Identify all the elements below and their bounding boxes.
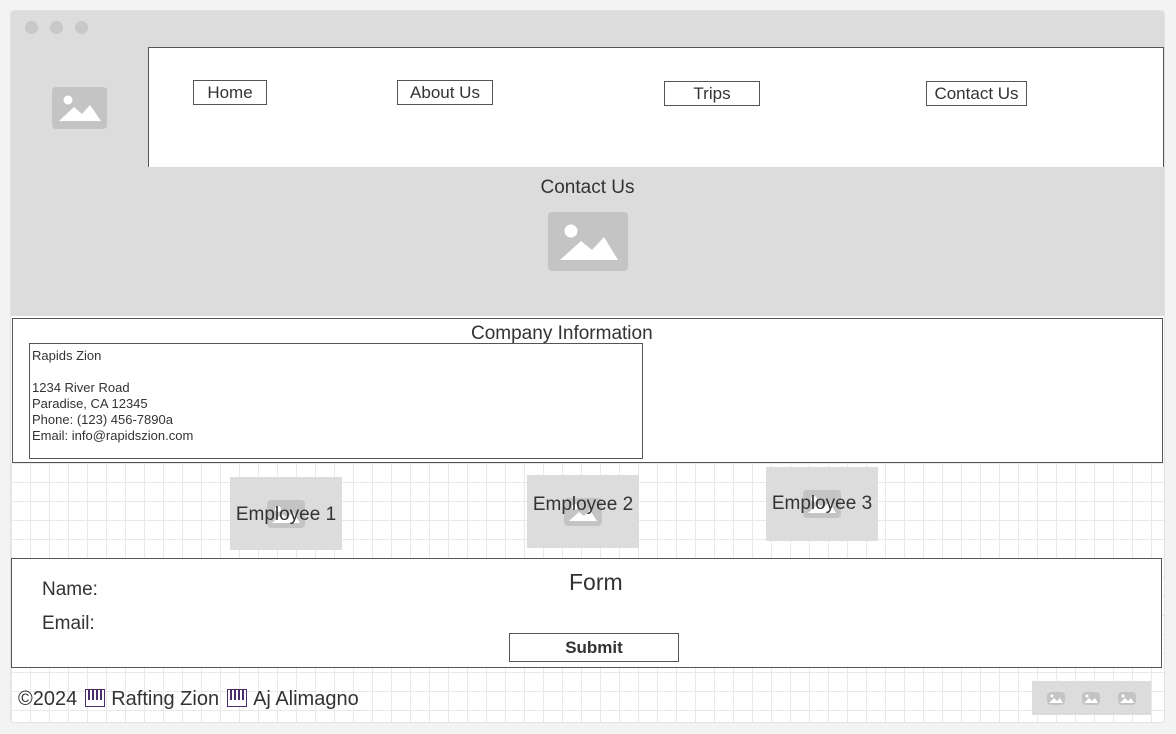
window-maximize-dot[interactable] <box>75 21 88 34</box>
employee-card[interactable]: Employee 2 <box>527 475 639 548</box>
company-info-title: Company Information <box>471 323 653 344</box>
image-icon[interactable] <box>1118 692 1136 705</box>
employee-card[interactable]: Employee 1 <box>230 477 342 550</box>
company-city: Paradise, CA 12345 <box>32 396 148 411</box>
logo-area <box>11 47 148 167</box>
piano-keys-icon <box>85 689 106 707</box>
contact-hero: Contact Us <box>11 167 1164 316</box>
social-links <box>1032 681 1151 715</box>
image-icon[interactable] <box>1082 692 1100 705</box>
footer: ©2024 Rafting Zion Aj Alimagno <box>18 688 359 711</box>
employee-label: Employee 1 <box>235 504 337 525</box>
footer-brand: Rafting Zion <box>111 688 220 710</box>
image-icon[interactable] <box>1047 692 1065 705</box>
company-phone: Phone: (123) 456-7890a <box>32 412 173 427</box>
contact-form: Form Name: Email: Submit <box>11 558 1162 668</box>
nav-home-button[interactable]: Home <box>193 80 267 105</box>
employee-card[interactable]: Employee 3 <box>766 467 878 541</box>
window-titlebar <box>11 11 1164 47</box>
piano-keys-icon <box>227 689 248 707</box>
page-title: Contact Us <box>540 177 635 198</box>
employee-label: Employee 2 <box>532 494 634 515</box>
employee-label: Employee 3 <box>771 493 873 514</box>
footer-author: Aj Alimagno <box>253 688 359 710</box>
nav-contact-us-button[interactable]: Contact Us <box>926 81 1027 106</box>
company-name: Rapids Zion <box>32 348 102 363</box>
window-close-dot[interactable] <box>25 21 38 34</box>
logo-image-icon[interactable] <box>52 87 107 129</box>
nav-trips-button[interactable]: Trips <box>664 81 760 106</box>
email-label: Email: <box>42 613 95 634</box>
hero-image-icon <box>548 212 628 271</box>
form-title: Form <box>569 569 623 595</box>
name-label: Name: <box>42 579 98 600</box>
submit-button[interactable]: Submit <box>509 633 679 662</box>
nav-about-us-button[interactable]: About Us <box>397 80 493 105</box>
window-minimize-dot[interactable] <box>50 21 63 34</box>
main-navbar: Home About Us Trips Contact Us <box>148 47 1164 168</box>
company-information-section: Company Information Rapids Zion 1234 Riv… <box>12 318 1163 463</box>
browser-window: Home About Us Trips Contact Us Contact U… <box>10 10 1165 723</box>
company-email: Email: info@rapidszion.com <box>32 428 194 443</box>
company-street: 1234 River Road <box>32 380 130 395</box>
copyright-text: ©2024 <box>18 688 78 710</box>
company-info-box: Rapids Zion 1234 River Road Paradise, CA… <box>29 343 643 459</box>
